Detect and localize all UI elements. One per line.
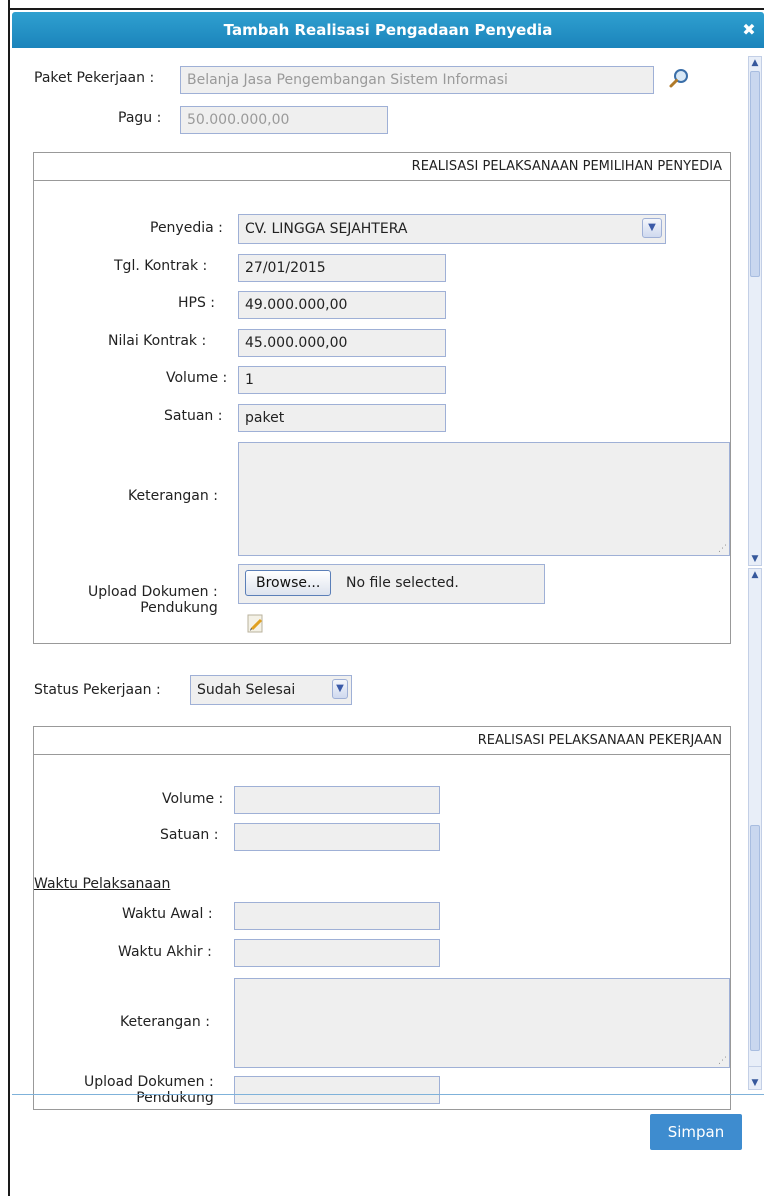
waktu-pelaksanaan-heading: Waktu Pelaksanaan (34, 876, 171, 892)
tgl-kontrak-label: Tgl. Kontrak (114, 258, 199, 274)
upload-label-line2: Pendukung (140, 600, 218, 616)
chevron-down-icon[interactable]: ▼ (642, 218, 662, 238)
satuan2-field[interactable] (234, 823, 440, 851)
scroll-up-icon[interactable]: ▲ (749, 569, 761, 581)
upload2-label-line1: Upload Dokumen (84, 1074, 205, 1090)
dialog-title: Tambah Realisasi Pengadaan Penyedia (223, 21, 553, 39)
penyedia-value: CV. LINGGA SEJAHTERA (245, 221, 408, 237)
dialog: Tambah Realisasi Pengadaan Penyedia ✖ Pa… (12, 12, 764, 1196)
satuan-label: Satuan (164, 408, 214, 424)
keterangan-textarea[interactable]: ⋰ (238, 442, 730, 556)
tgl-kontrak-field[interactable]: 27/01/2015 (238, 254, 446, 282)
status-pekerjaan-value: Sudah Selesai (197, 682, 296, 698)
pelaksanaan-section-heading: REALISASI PELAKSANAAN PEKERJAAN (34, 727, 730, 755)
pemilihan-section-heading: REALISASI PELAKSANAAN PEMILIHAN PENYEDIA (34, 153, 730, 181)
nilai-kontrak-field[interactable]: 45.000.000,00 (238, 329, 446, 357)
pagu-label: Pagu (118, 110, 153, 126)
window-frame-left (0, 0, 10, 1196)
pagu-field[interactable]: 50.000.000,00 (180, 106, 388, 134)
satuan-field[interactable]: paket (238, 404, 446, 432)
keterangan2-textarea[interactable]: ⋰ (234, 978, 730, 1068)
scrollbar-bottom[interactable]: ▼ (748, 1066, 762, 1090)
dialog-titlebar: Tambah Realisasi Pengadaan Penyedia ✖ (12, 12, 764, 48)
penyedia-select[interactable]: CV. LINGGA SEJAHTERA ▼ (238, 214, 666, 244)
scrollbar-thumb[interactable] (750, 825, 760, 1051)
browse-button[interactable]: Browse... (245, 570, 332, 596)
save-button[interactable]: Simpan (650, 1114, 742, 1150)
upload2-file-input[interactable] (234, 1076, 440, 1104)
paket-pekerjaan-label: Paket Pekerjaan (34, 70, 146, 86)
status-pekerjaan-label: Status Pekerjaan (34, 682, 152, 698)
waktu-awal-label: Waktu Awal (122, 906, 204, 922)
edit-icon[interactable] (246, 612, 266, 634)
scrollbar-inner[interactable]: ▲ ▼ (748, 568, 762, 1084)
keterangan-label: Keterangan (128, 488, 209, 504)
search-icon[interactable] (668, 68, 690, 90)
paket-pekerjaan-field[interactable]: Belanja Jasa Pengembangan Sistem Informa… (180, 66, 654, 94)
volume-field[interactable]: 1 (238, 366, 446, 394)
scrollbar-outer-top[interactable]: ▲ ▼ (748, 56, 762, 566)
no-file-text: No file selected. (346, 575, 459, 591)
footer-divider (12, 1094, 764, 1095)
keterangan2-label: Keterangan (120, 1014, 201, 1030)
upload2-label-line2: Pendukung (136, 1090, 214, 1106)
nilai-kontrak-label: Nilai Kontrak (108, 333, 198, 349)
hps-label: HPS (178, 295, 206, 311)
volume2-label: Volume (162, 791, 215, 807)
upload-file-input[interactable]: Browse... No file selected. (238, 564, 545, 604)
waktu-awal-field[interactable] (234, 902, 440, 930)
upload-label-line1: Upload Dokumen (88, 584, 209, 600)
waktu-akhir-label: Waktu Akhir (118, 944, 203, 960)
scroll-down-icon[interactable]: ▼ (749, 1077, 761, 1089)
chevron-down-icon[interactable]: ▼ (332, 679, 348, 699)
close-button[interactable]: ✖ (740, 21, 758, 39)
resize-grip-icon[interactable]: ⋰ (718, 1057, 727, 1066)
volume-label: Volume (166, 370, 219, 386)
resize-grip-icon[interactable]: ⋰ (718, 545, 727, 554)
penyedia-label: Penyedia (150, 220, 214, 236)
volume2-field[interactable] (234, 786, 440, 814)
scroll-down-icon[interactable]: ▼ (749, 553, 761, 565)
hps-field[interactable]: 49.000.000,00 (238, 291, 446, 319)
satuan2-label: Satuan (160, 827, 210, 843)
scrollbar-thumb[interactable] (750, 71, 760, 277)
window-frame-top (0, 0, 764, 10)
status-pekerjaan-select[interactable]: Sudah Selesai ▼ (190, 675, 352, 705)
waktu-akhir-field[interactable] (234, 939, 440, 967)
scroll-up-icon[interactable]: ▲ (749, 57, 761, 69)
